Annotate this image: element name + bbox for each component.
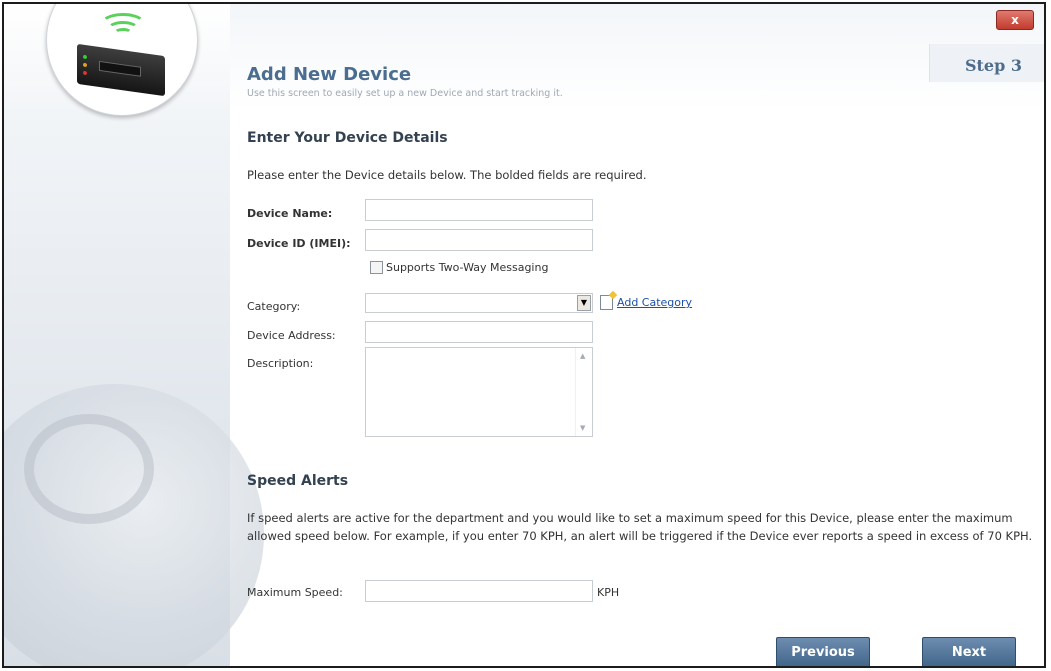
new-document-icon bbox=[600, 295, 613, 310]
led-icon bbox=[83, 70, 87, 76]
speed-alerts-text: If speed alerts are active for the depar… bbox=[247, 511, 1033, 543]
two-way-messaging-label: Supports Two-Way Messaging bbox=[386, 261, 549, 274]
previous-button[interactable]: Previous bbox=[776, 637, 870, 666]
speed-unit-label: KPH bbox=[597, 586, 620, 599]
device-name-label: Device Name: bbox=[247, 207, 333, 220]
description-textarea[interactable]: ▲ ▼ bbox=[365, 347, 593, 437]
maximum-speed-label: Maximum Speed: bbox=[247, 586, 343, 599]
device-name-input[interactable] bbox=[365, 199, 593, 221]
device-details-instructions: Please enter the Device details below. T… bbox=[247, 168, 647, 182]
device-address-input[interactable] bbox=[365, 321, 593, 343]
globe-illustration bbox=[4, 384, 264, 666]
maximum-speed-input[interactable] bbox=[365, 580, 593, 602]
wizard-window: x Step 3 Add New Device Use this screen … bbox=[2, 2, 1046, 668]
led-icon bbox=[83, 54, 87, 60]
device-id-input[interactable] bbox=[365, 229, 593, 251]
close-button[interactable]: x bbox=[996, 10, 1034, 30]
scroll-up-icon[interactable]: ▲ bbox=[580, 352, 585, 360]
device-address-label: Device Address: bbox=[247, 329, 336, 342]
signal-arc bbox=[114, 28, 132, 37]
led-icon bbox=[83, 62, 87, 68]
category-select[interactable]: ▼ bbox=[365, 293, 593, 313]
next-button[interactable]: Next bbox=[922, 637, 1016, 666]
description-label: Description: bbox=[247, 357, 314, 370]
step-indicator: Step 3 bbox=[929, 44, 1044, 82]
device-id-label: Device ID (IMEI): bbox=[247, 237, 351, 250]
device-details-heading: Enter Your Device Details bbox=[247, 130, 448, 146]
magnifier-illustration bbox=[24, 414, 154, 524]
page-title: Add New Device bbox=[247, 64, 412, 85]
description-scrollbar[interactable]: ▲ ▼ bbox=[575, 348, 592, 436]
two-way-messaging-option[interactable]: Supports Two-Way Messaging bbox=[370, 261, 548, 274]
two-way-messaging-checkbox[interactable] bbox=[370, 261, 383, 274]
scroll-down-icon[interactable]: ▼ bbox=[580, 424, 585, 432]
speed-alerts-heading: Speed Alerts bbox=[247, 473, 349, 489]
category-label: Category: bbox=[247, 300, 301, 313]
add-category[interactable]: Add Category bbox=[600, 295, 692, 310]
device-slot bbox=[99, 60, 141, 77]
page-subtitle: Use this screen to easily set up a new D… bbox=[247, 88, 563, 99]
dropdown-arrow-icon[interactable]: ▼ bbox=[577, 295, 591, 311]
step-label: Step 3 bbox=[964, 56, 1022, 75]
add-category-link[interactable]: Add Category bbox=[617, 296, 692, 309]
